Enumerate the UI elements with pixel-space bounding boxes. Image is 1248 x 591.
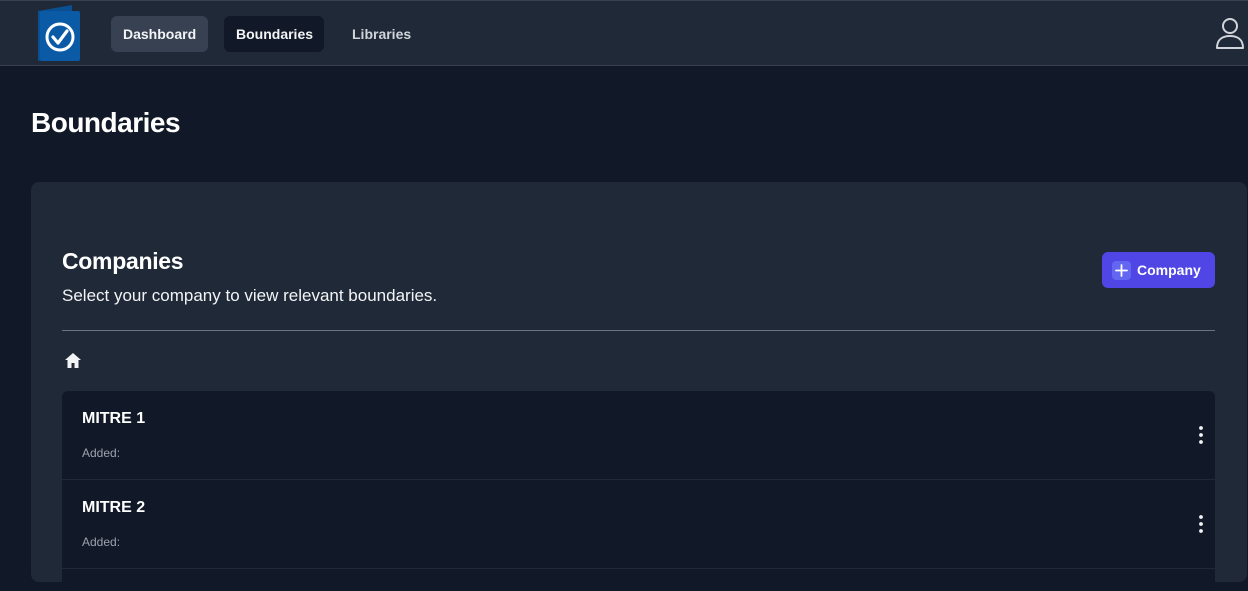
add-company-button[interactable]: Company	[1102, 252, 1215, 288]
more-options-icon[interactable]	[1193, 424, 1209, 446]
nav-boundaries[interactable]: Boundaries	[224, 16, 324, 52]
home-icon[interactable]	[64, 352, 82, 370]
user-icon[interactable]	[1214, 17, 1246, 51]
plus-icon	[1112, 260, 1131, 280]
companies-heading: Companies	[62, 248, 184, 274]
more-options-icon[interactable]	[1193, 513, 1209, 535]
checkmark-book-logo-icon[interactable]	[34, 3, 82, 63]
companies-description: Select your company to view relevant bou…	[62, 286, 438, 305]
company-added-label: Added:	[82, 535, 121, 549]
list-item[interactable]: MITRE 2 Added:	[62, 480, 1215, 569]
company-name: MITRE 1	[82, 410, 146, 427]
top-navigation-bar: Dashboard Boundaries Libraries	[0, 0, 1248, 66]
list-item[interactable]: MITRE 1 Added:	[62, 391, 1215, 480]
section-divider	[62, 330, 1215, 331]
add-company-label: Company	[1137, 262, 1201, 278]
nav-dashboard[interactable]: Dashboard	[111, 16, 208, 52]
company-name: MITRE 2	[82, 499, 146, 516]
company-added-label: Added:	[82, 446, 121, 460]
companies-list: MITRE 1 Added: MITRE 2 Added:	[62, 391, 1215, 591]
nav-libraries[interactable]: Libraries	[340, 16, 424, 52]
page-title: Boundaries	[31, 107, 181, 138]
companies-panel: Companies Select your company to view re…	[31, 182, 1247, 591]
